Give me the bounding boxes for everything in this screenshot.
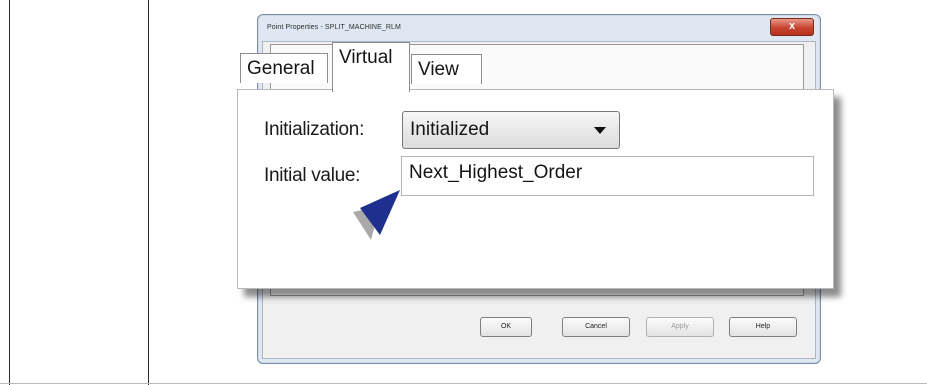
initial-value-field[interactable]: Next_Highest_Order <box>401 156 814 196</box>
ok-button[interactable]: OK <box>480 317 532 337</box>
column-divider-line <box>148 0 149 385</box>
apply-button[interactable]: Apply <box>646 317 714 337</box>
close-icon: x <box>788 20 796 32</box>
initial-value-text: Next_Highest_Order <box>409 162 583 183</box>
close-button[interactable]: x <box>770 18 814 36</box>
bottom-rule <box>0 383 927 384</box>
initial-value-label: Initial value: <box>264 165 361 186</box>
initialization-dropdown[interactable]: Initialized <box>402 111 620 149</box>
help-button[interactable]: Help <box>729 317 797 337</box>
cancel-button[interactable]: Cancel <box>562 317 630 337</box>
tab-view[interactable]: View <box>411 54 482 84</box>
pointer-arrow-icon <box>353 190 400 240</box>
tab-virtual[interactable]: Virtual <box>332 42 410 92</box>
initialization-label: Initialization: <box>264 119 365 140</box>
tab-general[interactable]: General <box>240 53 328 83</box>
chevron-down-icon <box>594 127 606 134</box>
initialization-value: Initialized <box>410 119 490 140</box>
title-bar: Point Properties - SPLIT_MACHINE_RLM x <box>258 15 820 41</box>
dialog-title: Point Properties - SPLIT_MACHINE_RLM <box>267 24 401 31</box>
left-margin-line <box>9 0 10 385</box>
